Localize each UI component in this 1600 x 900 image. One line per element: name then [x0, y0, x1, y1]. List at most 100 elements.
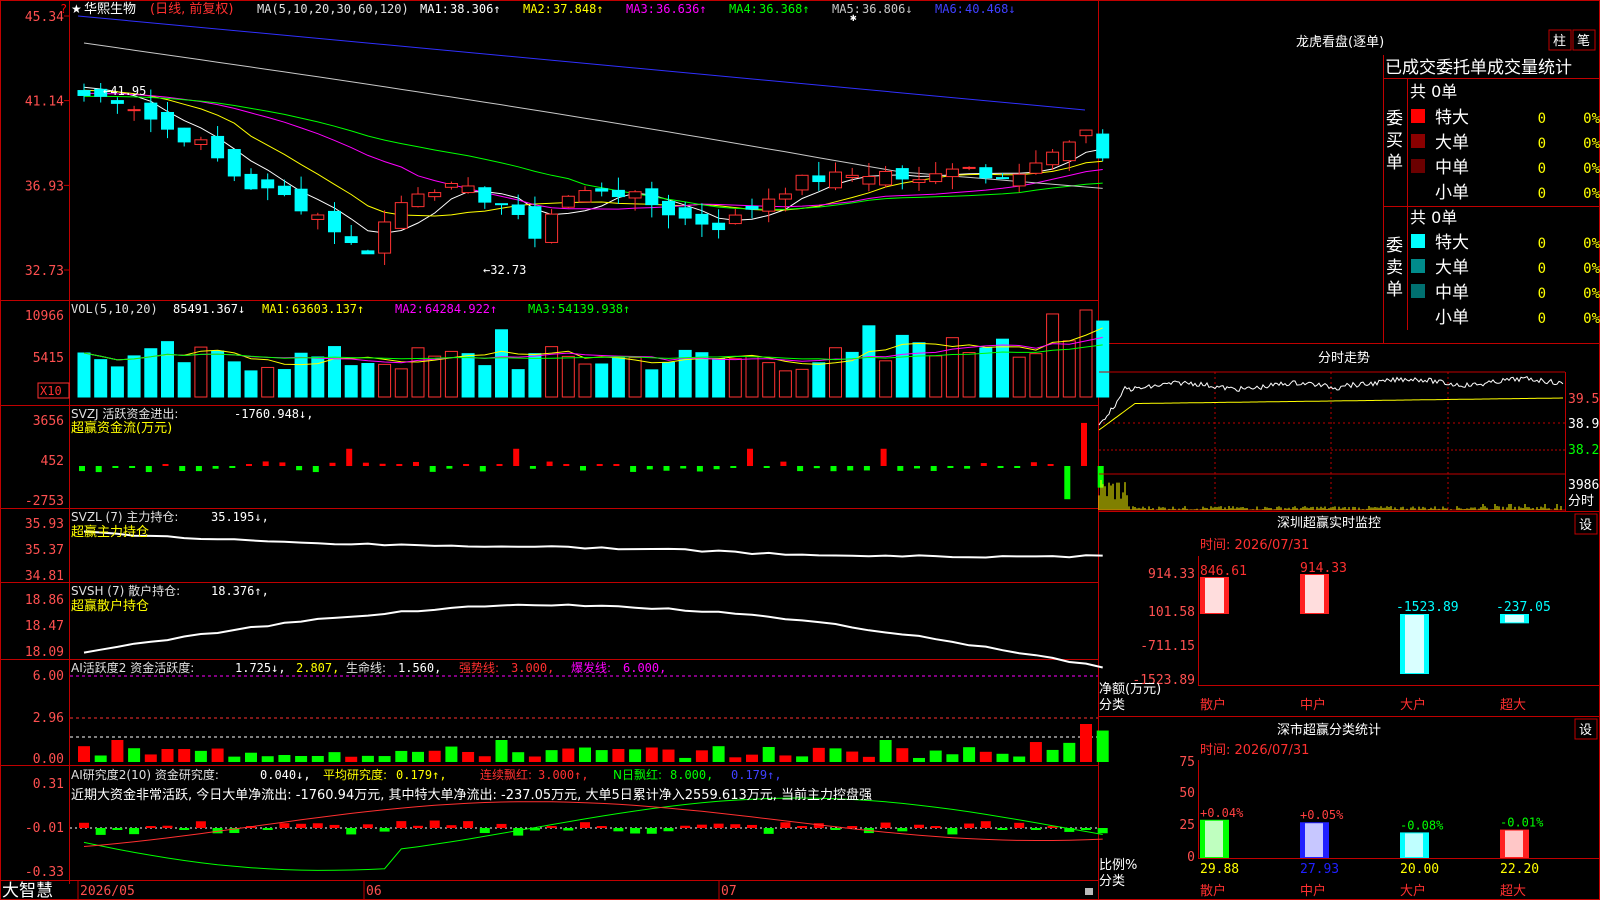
ai-research-bar[interactable]: [429, 820, 440, 828]
volume-bar[interactable]: [879, 360, 893, 398]
ai-active-bar[interactable]: [211, 748, 224, 762]
volume-bar[interactable]: [912, 342, 926, 398]
ai-active-bar[interactable]: [629, 749, 642, 762]
ai-active-bar[interactable]: [478, 756, 491, 762]
cls-bar-group[interactable]: -0.01% 22.20 超大: [1500, 816, 1544, 899]
ai-active-bar[interactable]: [929, 750, 942, 762]
sz-monitor-panel[interactable]: 深圳超赢实时监控 设 时间: 2026/07/31 846.61 散户 914.33…: [1099, 513, 1600, 713]
svzj-bar[interactable]: [730, 466, 737, 468]
ai-research-bar[interactable]: [513, 828, 524, 836]
candle[interactable]: [194, 136, 208, 151]
volume-bar[interactable]: [745, 355, 759, 398]
ai-research-bar[interactable]: [1014, 822, 1025, 828]
ai-research-bar[interactable]: [847, 826, 858, 828]
candle[interactable]: [444, 181, 458, 190]
ai-research-bar[interactable]: [780, 822, 791, 828]
svzj-bar[interactable]: [613, 464, 620, 466]
ai-research-bar[interactable]: [947, 828, 958, 835]
ai-research-bar[interactable]: [79, 822, 89, 828]
ai-research-bar[interactable]: [329, 824, 340, 828]
volume-bar[interactable]: [361, 363, 375, 398]
ai-active-bar[interactable]: [579, 747, 591, 762]
svzj-bar[interactable]: [630, 466, 637, 472]
ai-research-bar[interactable]: [112, 828, 123, 830]
svzj-bar[interactable]: [947, 466, 954, 468]
ai-active-bar[interactable]: [111, 740, 124, 762]
ai-active-bar[interactable]: [128, 748, 141, 762]
candle[interactable]: [177, 127, 191, 147]
ai-active-bar[interactable]: [1013, 756, 1026, 762]
svzj-bar[interactable]: [296, 466, 303, 471]
ai-active-bar[interactable]: [1063, 742, 1076, 762]
candle[interactable]: [461, 177, 475, 194]
ai-active-bar[interactable]: [996, 753, 1009, 762]
candle[interactable]: [578, 186, 592, 203]
svzj-bar[interactable]: [847, 466, 854, 471]
ai-research-bar[interactable]: [312, 823, 323, 828]
ai-research-bar[interactable]: [413, 825, 423, 828]
volume-bar[interactable]: [929, 355, 943, 398]
svzj-bar[interactable]: [195, 466, 202, 472]
svzj-bar[interactable]: [897, 466, 904, 471]
ai-research-bar[interactable]: [1081, 828, 1091, 830]
svzj-panel[interactable]: SVZJ 活跃资金进出: -1760.948↓, 超赢资金流(万元) 3656 …: [25, 406, 1104, 509]
candle[interactable]: [361, 249, 375, 255]
ai-research-bar[interactable]: [763, 828, 774, 834]
svzj-bar[interactable]: [863, 466, 870, 471]
ai-active-bar[interactable]: [512, 752, 525, 762]
candle[interactable]: [1096, 129, 1110, 162]
volume-bar[interactable]: [762, 362, 776, 398]
volume-bar[interactable]: [77, 352, 91, 398]
intraday-panel[interactable]: 分时走势 39.56 38.90 38.24 3986 分时: [1098, 350, 1600, 511]
sz-bar-group[interactable]: -237.05 超大: [1496, 600, 1551, 713]
ai-research-bar[interactable]: [145, 826, 156, 828]
ai-research-bar[interactable]: [496, 823, 507, 828]
ai-research-bar[interactable]: [179, 828, 190, 830]
svsh-panel[interactable]: SVSH (7) 散户持仓: 18.376↑, 超赢散户持仓 18.86 18.…: [25, 583, 1103, 669]
ai-active-bar[interactable]: [328, 752, 341, 762]
svzj-bar[interactable]: [179, 466, 186, 471]
sz-bar-group[interactable]: 914.33 中户: [1300, 561, 1347, 713]
ai-active-bar[interactable]: [729, 757, 742, 762]
volume-bar[interactable]: [812, 362, 826, 398]
ai-active-bar[interactable]: [194, 750, 207, 762]
ai-active-bar[interactable]: [378, 756, 391, 762]
svzj-bar[interactable]: [429, 466, 436, 472]
ai-active-bar[interactable]: [428, 750, 441, 762]
svzj-bar[interactable]: [747, 448, 753, 466]
svzj-bar[interactable]: [463, 464, 470, 466]
volume-bar[interactable]: [110, 366, 124, 398]
ai-research-bar[interactable]: [747, 824, 757, 828]
candle[interactable]: [929, 162, 943, 185]
ai-active-bar[interactable]: [896, 748, 909, 762]
candle[interactable]: [328, 202, 341, 245]
ai-active-bar[interactable]: [412, 751, 424, 762]
volume-bar[interactable]: [127, 355, 141, 398]
candle[interactable]: [595, 182, 609, 197]
svzj-bar[interactable]: [797, 466, 804, 472]
svzj-bar[interactable]: [95, 466, 102, 473]
candle[interactable]: [795, 174, 809, 196]
ai-research-bar[interactable]: [362, 824, 373, 828]
ai-active-bar[interactable]: [1046, 749, 1059, 762]
ai-active-bar[interactable]: [829, 748, 842, 762]
sz-bar-group[interactable]: -1523.89 大户: [1396, 600, 1459, 713]
ai-research-bar[interactable]: [980, 821, 991, 828]
svzj-bar[interactable]: [362, 462, 369, 466]
candle[interactable]: [845, 167, 859, 182]
ai-research-bar[interactable]: [479, 828, 490, 834]
ai-research-bar[interactable]: [446, 825, 457, 828]
ai-research-bar[interactable]: [914, 824, 924, 828]
volume-bar[interactable]: [962, 352, 976, 398]
svzj-bar[interactable]: [513, 448, 520, 466]
svzj-bar[interactable]: [980, 463, 987, 466]
svzj-bar[interactable]: [446, 466, 453, 469]
ai-active-bar[interactable]: [245, 752, 257, 762]
volume-bar[interactable]: [611, 357, 625, 398]
volume-bar[interactable]: [662, 361, 675, 398]
ai-research-bar[interactable]: [95, 828, 106, 835]
volume-bar[interactable]: [1079, 309, 1093, 398]
volume-bar[interactable]: [1012, 356, 1026, 398]
svzj-bar[interactable]: [212, 466, 219, 469]
svzj-bar[interactable]: [312, 466, 319, 473]
